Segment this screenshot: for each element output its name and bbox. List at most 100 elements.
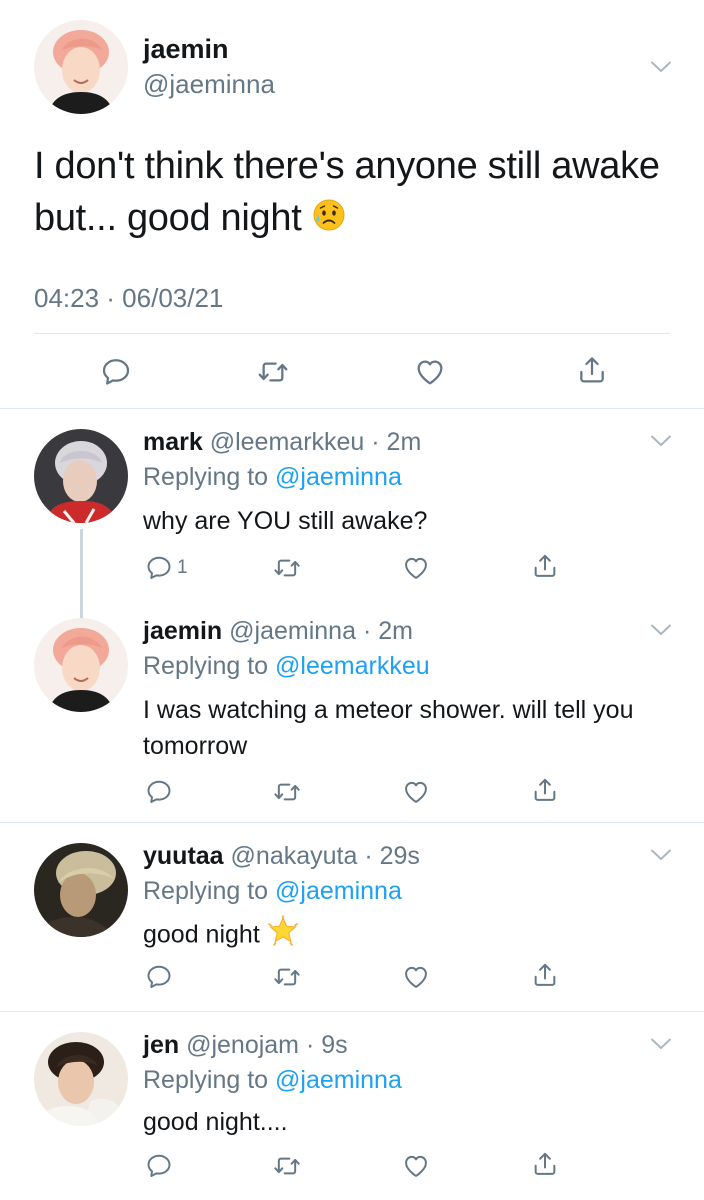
reply-button[interactable]: 1 xyxy=(145,554,188,582)
share-button[interactable] xyxy=(576,354,608,386)
reply-header: jen @jenojam · 9s xyxy=(143,1030,348,1060)
reply-text: why are YOU still awake? xyxy=(143,507,428,535)
reply-icon xyxy=(145,1152,173,1180)
sad-sweat-face-emoji xyxy=(312,194,346,246)
share-icon xyxy=(531,776,559,804)
retweet-button[interactable] xyxy=(272,963,302,991)
replying-label: Replying to xyxy=(143,877,276,905)
reply-time: · 9s xyxy=(305,1031,348,1059)
reply-button[interactable] xyxy=(145,963,173,991)
author-name[interactable]: jaemin xyxy=(143,617,222,645)
replying-to-link[interactable]: @leemarkkeu xyxy=(275,652,430,680)
reply-tweet[interactable]: jen @jenojam · 9s Replying to @jaeminna … xyxy=(0,1012,704,1200)
reply-actions xyxy=(0,1152,704,1186)
author-handle[interactable]: @leemarkkeu xyxy=(210,428,365,456)
replying-to: Replying to @jaeminna xyxy=(143,876,402,906)
like-button[interactable] xyxy=(402,778,430,806)
chevron-down-icon[interactable] xyxy=(650,1037,672,1051)
tweet-text: I don't think there's anyone still awake… xyxy=(34,140,684,246)
reply-icon xyxy=(100,356,132,388)
glowing-star-emoji xyxy=(267,915,299,957)
share-icon xyxy=(576,354,608,386)
author-name[interactable]: yuutaa xyxy=(143,842,224,870)
replying-label: Replying to xyxy=(143,463,276,491)
author-handle[interactable]: @jenojam xyxy=(186,1031,299,1059)
reply-time: · 29s xyxy=(364,842,420,870)
reply-count: 1 xyxy=(177,557,188,578)
reply-header: jaemin @jaeminna · 2m xyxy=(143,616,413,646)
retweet-button[interactable] xyxy=(272,778,302,806)
author-name[interactable]: jaemin xyxy=(143,33,229,65)
replying-to: Replying to @jaeminna xyxy=(143,1065,402,1095)
author-handle[interactable]: @jaeminna xyxy=(229,617,356,645)
reply-header: yuutaa @nakayuta · 29s xyxy=(143,841,420,871)
share-button[interactable] xyxy=(531,1150,559,1178)
retweet-icon xyxy=(272,963,302,991)
author-name[interactable]: jen xyxy=(143,1031,179,1059)
share-icon xyxy=(531,961,559,989)
chevron-down-icon[interactable] xyxy=(650,623,672,637)
replying-to-link[interactable]: @jaeminna xyxy=(275,877,402,905)
avatar[interactable] xyxy=(34,618,128,712)
author-name[interactable]: mark xyxy=(143,428,203,456)
reply-button[interactable] xyxy=(145,1152,173,1180)
reply-icon xyxy=(145,778,173,806)
replying-label: Replying to xyxy=(143,1066,276,1094)
reply-tweet[interactable]: yuutaa @nakayuta · 29s Replying to @jaem… xyxy=(0,823,704,1011)
avatar[interactable] xyxy=(34,20,128,114)
chevron-down-icon[interactable] xyxy=(650,848,672,862)
replying-to: Replying to @leemarkkeu xyxy=(143,651,430,681)
heart-icon xyxy=(402,963,430,991)
tweet-actions xyxy=(0,350,704,394)
author-handle[interactable]: @nakayuta xyxy=(231,842,358,870)
retweet-button[interactable] xyxy=(272,554,302,582)
reply-actions xyxy=(0,778,704,812)
retweet-button[interactable] xyxy=(272,1152,302,1180)
heart-icon xyxy=(402,1152,430,1180)
avatar[interactable] xyxy=(34,1032,128,1126)
main-tweet: jaemin @jaeminna I don't think there's a… xyxy=(0,0,704,408)
retweet-button[interactable] xyxy=(256,356,290,388)
like-button[interactable] xyxy=(414,356,446,388)
reply-text-content: good night xyxy=(143,920,260,949)
author-handle[interactable]: @jaeminna xyxy=(143,69,275,99)
reply-tweet[interactable]: mark @leemarkkeu · 2m Replying to @jaemi… xyxy=(0,409,704,619)
share-icon xyxy=(531,1150,559,1178)
reply-text: I was watching a meteor shower. will tel… xyxy=(143,696,634,760)
tweet-text-content: I don't think there's anyone still awake… xyxy=(34,145,660,239)
reply-actions: 1 xyxy=(0,552,704,586)
replying-to-link[interactable]: @jaeminna xyxy=(275,463,402,491)
chevron-down-icon[interactable] xyxy=(650,60,672,74)
like-button[interactable] xyxy=(402,963,430,991)
divider xyxy=(34,333,670,334)
reply-tweet[interactable]: jaemin @jaeminna · 2m Replying to @leema… xyxy=(0,598,704,822)
retweet-icon xyxy=(256,356,290,388)
retweet-icon xyxy=(272,1152,302,1180)
reply-button[interactable] xyxy=(145,778,173,806)
replying-label: Replying to xyxy=(143,652,276,680)
share-button[interactable] xyxy=(531,776,559,804)
heart-icon xyxy=(402,778,430,806)
reply-icon xyxy=(145,963,173,991)
chevron-down-icon[interactable] xyxy=(650,434,672,448)
like-button[interactable] xyxy=(402,554,430,582)
retweet-icon xyxy=(272,554,302,582)
reply-button[interactable] xyxy=(100,356,132,388)
reply-text: good night.... xyxy=(143,1108,288,1136)
heart-icon xyxy=(414,356,446,388)
tweet-timestamp: 04:23 · 06/03/21 xyxy=(34,283,224,313)
share-icon xyxy=(531,552,559,580)
reply-actions xyxy=(0,963,704,997)
replying-to: Replying to @jaeminna xyxy=(143,462,402,492)
reply-text: good night xyxy=(143,915,663,957)
share-button[interactable] xyxy=(531,552,559,580)
avatar[interactable] xyxy=(34,843,128,937)
like-button[interactable] xyxy=(402,1152,430,1180)
reply-time: · 2m xyxy=(371,428,422,456)
replying-to-link[interactable]: @jaeminna xyxy=(275,1066,402,1094)
avatar[interactable] xyxy=(34,429,128,523)
reply-time: · 2m xyxy=(362,617,413,645)
reply-header: mark @leemarkkeu · 2m xyxy=(143,427,421,457)
reply-icon xyxy=(145,554,173,582)
share-button[interactable] xyxy=(531,961,559,989)
